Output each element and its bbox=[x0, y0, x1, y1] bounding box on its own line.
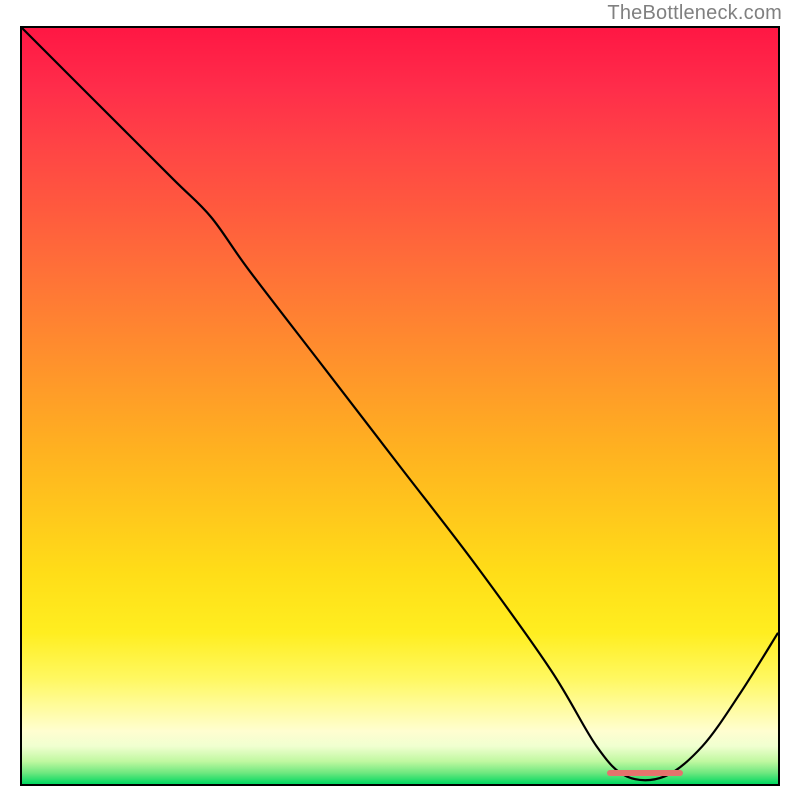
bottleneck-curve bbox=[22, 28, 778, 780]
plot-area bbox=[20, 26, 780, 786]
curve-svg bbox=[22, 28, 778, 784]
optimal-range-marker bbox=[607, 770, 683, 776]
watermark-text: TheBottleneck.com bbox=[607, 2, 782, 25]
chart-container: TheBottleneck.com bbox=[0, 0, 800, 800]
